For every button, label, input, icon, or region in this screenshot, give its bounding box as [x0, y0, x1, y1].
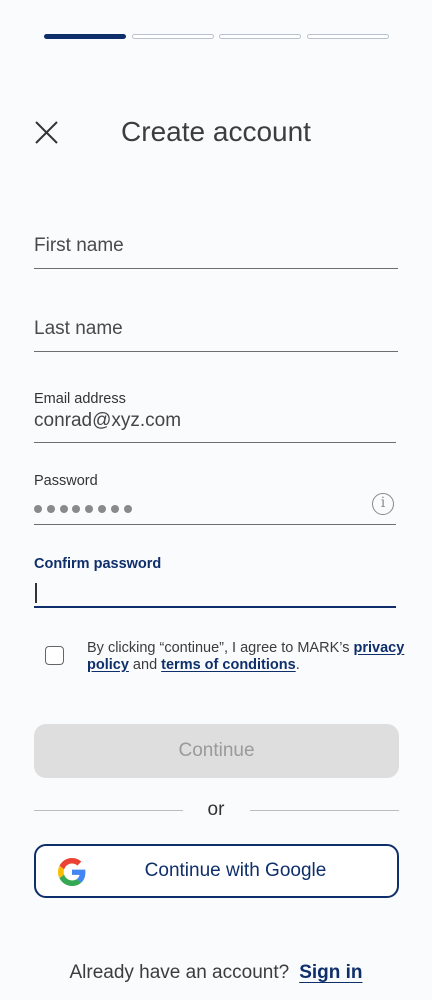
confirm-password-field[interactable]: Confirm password: [34, 556, 396, 608]
password-label: Password: [34, 473, 98, 489]
agreement-suffix: .: [295, 657, 300, 673]
last-name-placeholder: Last name: [34, 318, 123, 339]
agreement-middle: and: [128, 657, 162, 673]
progress-step-3: [219, 34, 301, 39]
first-name-placeholder: First name: [34, 235, 124, 256]
first-name-underline: [34, 268, 398, 269]
sign-in-link[interactable]: Sign in: [299, 962, 362, 983]
step-progress-bar: [44, 34, 389, 41]
progress-step-2: [132, 34, 214, 39]
terms-link[interactable]: terms of conditions: [161, 657, 296, 673]
last-name-field[interactable]: Last name: [34, 318, 398, 352]
progress-step-1: [44, 34, 126, 39]
agree-checkbox[interactable]: [45, 646, 64, 665]
google-button-label: Continue with Google: [144, 860, 327, 881]
continue-button[interactable]: Continue: [34, 724, 399, 778]
divider-right: [250, 810, 399, 811]
signin-prompt-text: Already have an account?: [69, 962, 290, 983]
progress-step-4: [307, 34, 389, 39]
create-account-screen: Create account First name Last name Emai…: [0, 0, 432, 1000]
text-cursor: [35, 583, 37, 603]
first-name-field[interactable]: First name: [34, 235, 398, 269]
confirm-password-underline: [34, 606, 396, 608]
email-field[interactable]: Email address conrad@xyz.com: [34, 391, 396, 443]
continue-with-google-button[interactable]: Continue with Google: [34, 844, 399, 898]
agreement-text: By clicking “continue”, I agree to MARK’…: [87, 640, 407, 674]
email-value: conrad@xyz.com: [34, 410, 182, 431]
page-title: Create account: [121, 116, 311, 147]
info-icon[interactable]: i: [372, 493, 394, 515]
password-underline: [34, 524, 396, 525]
email-label: Email address: [34, 391, 126, 407]
email-underline: [34, 442, 396, 443]
agreement-prefix: By clicking “continue”, I agree to MARK’…: [87, 640, 354, 656]
password-field[interactable]: Password i: [34, 473, 396, 525]
confirm-password-label: Confirm password: [34, 556, 162, 572]
last-name-underline: [34, 351, 398, 352]
signin-prompt: Already have an account? Sign in: [0, 962, 432, 984]
password-masked-value: [34, 505, 132, 513]
